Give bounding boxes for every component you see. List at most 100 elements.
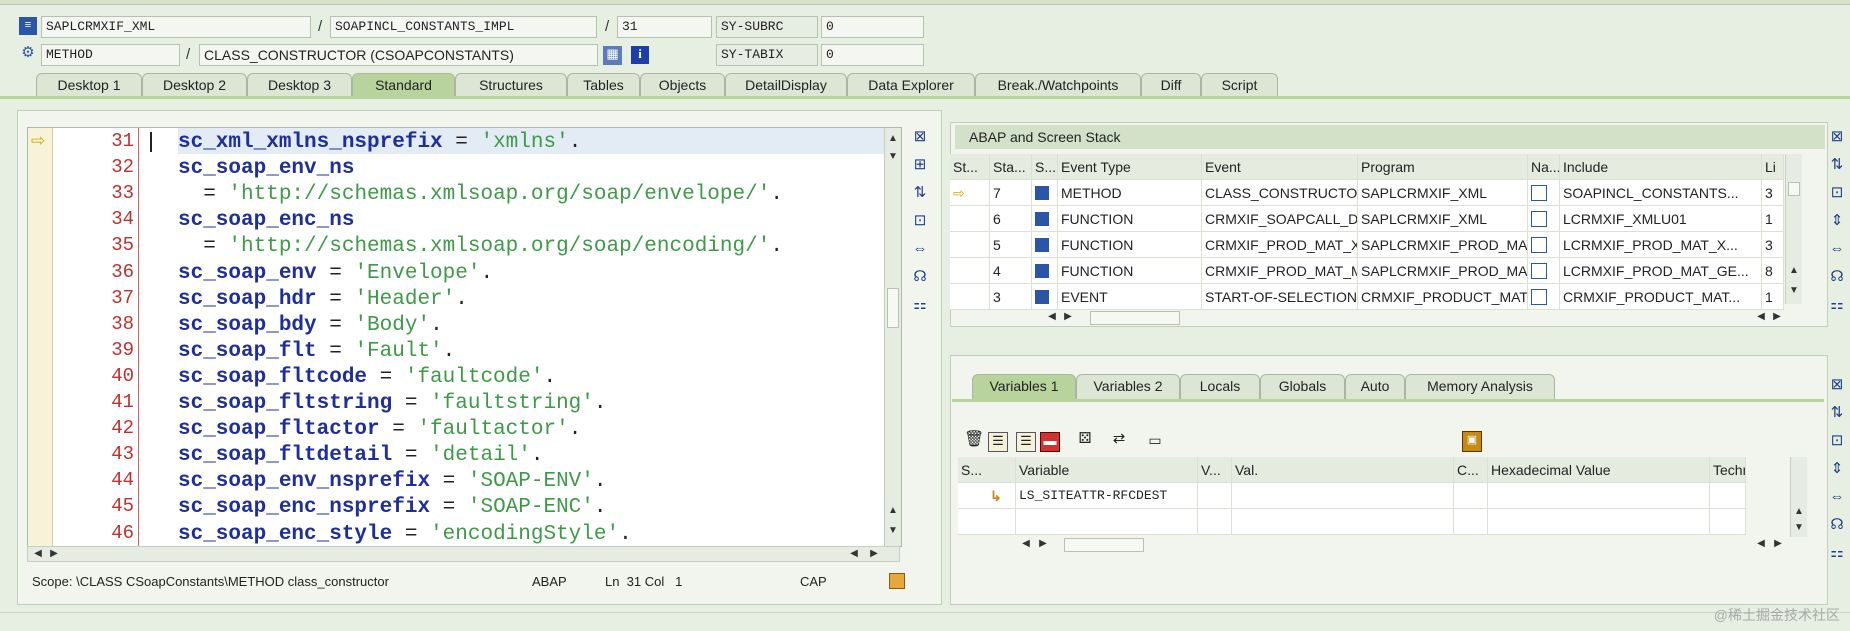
stack-scroll-thumb[interactable] — [1788, 182, 1800, 196]
tab-memory-analysis[interactable]: Memory Analysis — [1405, 374, 1555, 400]
stack-horizontal-scrollbar[interactable]: ◀ ▶ ◀ ▶ — [1040, 310, 1790, 326]
code-line[interactable]: sc_soap_env_nsprefix = 'SOAP-ENV'. — [178, 469, 607, 495]
tab-variables-2[interactable]: Variables 2 — [1076, 374, 1180, 400]
navigate-icon[interactable] — [1531, 211, 1547, 227]
document-icon[interactable] — [889, 573, 905, 589]
code-line[interactable]: sc_soap_env = 'Envelope'. — [178, 261, 493, 287]
tab-auto[interactable]: Auto — [1345, 374, 1405, 400]
code-line[interactable]: sc_soap_fltactor = 'faultactor'. — [178, 417, 581, 443]
scroll-down-icon[interactable]: ▼ — [1791, 521, 1807, 535]
scroll-left-icon[interactable]: ◀ — [848, 547, 860, 561]
scroll-left-icon[interactable]: ◀ — [1755, 537, 1767, 551]
tab-script[interactable]: Script — [1201, 73, 1278, 97]
code-line[interactable]: sc_soap_enc_nsprefix = 'SOAP-ENC'. — [178, 495, 607, 521]
tab-globals[interactable]: Globals — [1260, 374, 1345, 400]
navigate-icon[interactable] — [1531, 289, 1547, 305]
scroll-left-icon[interactable]: ◀ — [1755, 310, 1767, 324]
navigate-icon[interactable] — [1531, 237, 1547, 253]
scroll-right-icon[interactable]: ▶ — [1771, 310, 1783, 324]
transfer-icon[interactable]: ⇄ — [1108, 431, 1130, 451]
tab-desktop-1[interactable]: Desktop 1 — [36, 73, 142, 97]
navigate-icon[interactable] — [1531, 185, 1547, 201]
editor-scroll-thumb[interactable] — [887, 288, 899, 328]
include-field[interactable]: SOAPINCL_CONSTANTS_IMPL — [330, 16, 597, 38]
sysvar2-value[interactable]: 0 — [821, 44, 924, 66]
tab-diff[interactable]: Diff — [1141, 73, 1201, 97]
code-line[interactable]: sc_soap_fltcode = 'faultcode'. — [178, 365, 556, 391]
expand-width-icon[interactable]: ⇔ — [1827, 239, 1847, 259]
code-line[interactable]: sc_xml_xmlns_nsprefix = 'xmlns'. — [178, 130, 581, 156]
variables-scroll-thumb[interactable] — [1064, 538, 1144, 552]
swap-tool-icon[interactable]: ⇅ — [910, 183, 930, 203]
scroll-up-icon[interactable]: ▲ — [885, 504, 901, 518]
expand-width-icon[interactable]: ⇔ — [1827, 487, 1847, 507]
scroll-down-icon[interactable]: ▼ — [1786, 284, 1802, 298]
services-icon[interactable]: ☊ — [1827, 267, 1847, 287]
swap-tool-icon[interactable]: ⇅ — [1827, 155, 1847, 175]
code-line[interactable]: = 'http://schemas.xmlsoap.org/soap/encod… — [178, 234, 783, 260]
code-line[interactable]: sc_soap_fltdetail = 'detail'. — [178, 443, 544, 469]
scroll-down-icon[interactable]: ▼ — [885, 524, 901, 538]
variables-horizontal-scrollbar[interactable]: ◀ ▶ ◀ ▶ — [1010, 537, 1790, 553]
expand-width-icon[interactable]: ⇔ — [910, 239, 930, 259]
scroll-right-icon[interactable]: ▶ — [1772, 537, 1784, 551]
info-icon[interactable]: i — [631, 46, 649, 64]
scroll-right-icon[interactable]: ▶ — [868, 547, 880, 561]
tab-variables-1[interactable]: Variables 1 — [972, 374, 1076, 400]
tab-locals[interactable]: Locals — [1180, 374, 1260, 400]
expand-height-icon[interactable]: ⇕ — [1827, 211, 1847, 231]
scroll-up-icon[interactable]: ▲ — [1791, 505, 1807, 519]
scroll-left-icon[interactable]: ◀ — [1020, 537, 1032, 551]
tab-tables[interactable]: Tables — [567, 73, 640, 97]
scroll-left-icon[interactable]: ◀ — [32, 547, 44, 561]
services-icon[interactable]: ☊ — [1827, 515, 1847, 535]
maximize-icon[interactable]: ⊡ — [1827, 183, 1847, 203]
tab-objects[interactable]: Objects — [640, 73, 725, 97]
detail-view-icon[interactable]: ☰ — [988, 432, 1008, 452]
stack-vertical-scrollbar[interactable]: ▲ ▼ — [1785, 154, 1802, 304]
source-editor[interactable]: ⇨ 31 sc_xml_xmlns_nsprefix = 'xmlns'. 32 sc… — [27, 127, 902, 547]
tree-settings-icon[interactable]: ⚏ — [1827, 543, 1847, 563]
event-type-field[interactable]: METHOD — [41, 44, 180, 66]
services-icon[interactable]: ☊ — [910, 267, 930, 287]
tab-desktop-2[interactable]: Desktop 2 — [142, 73, 247, 97]
folder-icon[interactable]: ▭ — [1145, 432, 1165, 450]
code-line[interactable]: sc_soap_enc_style = 'encodingStyle'. — [178, 522, 632, 547]
load-variables-icon[interactable]: ▬ — [1040, 432, 1060, 452]
scroll-up-icon[interactable]: ▲ — [885, 132, 901, 146]
tab-data-explorer[interactable]: Data Explorer — [847, 73, 975, 97]
code-line[interactable]: sc_soap_enc_ns — [178, 208, 354, 234]
tab-standard[interactable]: Standard — [352, 73, 455, 97]
event-field[interactable]: CLASS_CONSTRUCTOR (CSOAPCONSTANTS) — [199, 44, 598, 66]
hierarchy-icon[interactable]: ⚄ — [1074, 431, 1096, 451]
expand-height-icon[interactable]: ⇕ — [1827, 459, 1847, 479]
scroll-right-icon[interactable]: ▶ — [48, 547, 60, 561]
editor-vertical-scrollbar[interactable]: ▲ ▼ ▲ ▼ — [884, 128, 901, 546]
code-line[interactable]: sc_soap_env_ns — [178, 156, 354, 182]
code-line[interactable]: sc_soap_hdr = 'Header'. — [178, 287, 468, 313]
code-line[interactable]: = 'http://schemas.xmlsoap.org/soap/envel… — [178, 182, 783, 208]
new-tool-icon[interactable]: ⊞ — [910, 155, 930, 175]
tree-settings-icon[interactable]: ⚏ — [910, 295, 930, 315]
code-line[interactable]: sc_soap_fltstring = 'faultstring'. — [178, 391, 607, 417]
maximize-icon[interactable]: ⊡ — [910, 211, 930, 231]
scroll-right-icon[interactable]: ▶ — [1037, 537, 1049, 551]
code-line[interactable]: sc_soap_flt = 'Fault'. — [178, 339, 455, 365]
sysvar1-value[interactable]: 0 — [821, 16, 924, 38]
tab-desktop-3[interactable]: Desktop 3 — [247, 73, 352, 97]
tree-settings-icon[interactable]: ⚏ — [1827, 295, 1847, 315]
variables-vertical-scrollbar[interactable]: ▲ ▼ — [1790, 457, 1807, 537]
tab-detaildisplay[interactable]: DetailDisplay — [725, 73, 847, 97]
display-source-icon[interactable]: ▦ — [603, 46, 622, 65]
close-icon[interactable]: ⊠ — [1827, 375, 1847, 395]
navigate-icon[interactable] — [1531, 263, 1547, 279]
code-line[interactable]: sc_soap_bdy = 'Body'. — [178, 313, 443, 339]
scroll-right-icon[interactable]: ▶ — [1062, 310, 1074, 324]
scroll-up-icon[interactable]: ▲ — [1786, 264, 1802, 278]
maximize-icon[interactable]: ⊡ — [1827, 431, 1847, 451]
swap-tool-icon[interactable]: ⇅ — [1827, 403, 1847, 423]
variables-table[interactable]: S... Variable V... Val. C... Hexadecimal Valu… — [958, 457, 1788, 537]
close-icon[interactable]: ⊠ — [1827, 127, 1847, 147]
scroll-left-icon[interactable]: ◀ — [1046, 310, 1058, 324]
delete-icon[interactable]: 🗑 — [964, 432, 984, 450]
